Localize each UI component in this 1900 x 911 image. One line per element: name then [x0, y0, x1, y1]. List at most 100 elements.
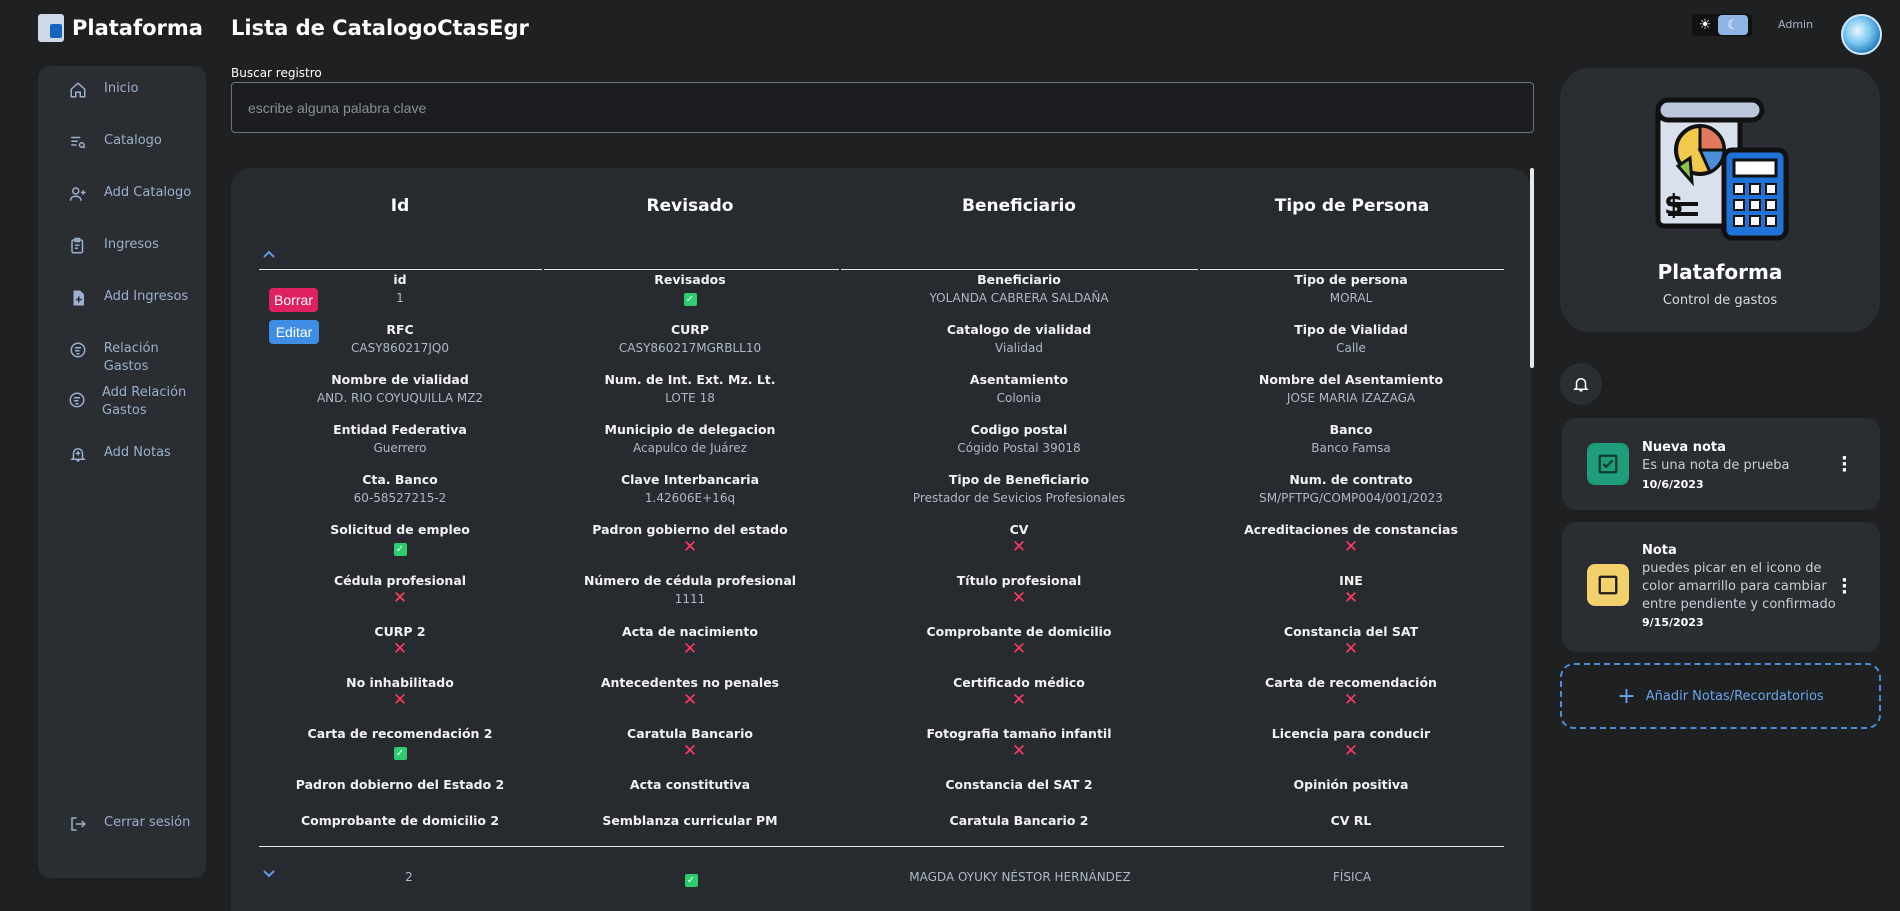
- detail-field: Solicitud de empleo ✓: [255, 522, 545, 556]
- note-body: puedes picar en el icono de color amarri…: [1642, 561, 1836, 612]
- more-options-icon[interactable]: · · ·: [1841, 450, 1848, 480]
- detail-field: Caratula Bancario 2: [874, 813, 1164, 828]
- cross-icon: ✕: [1011, 588, 1027, 608]
- cross-icon: ✕: [1011, 741, 1027, 761]
- detail-field: Banco Banco Famsa: [1206, 422, 1496, 455]
- sidebar: Inicio Catalogo Add Catalogo Ingresos Ad…: [38, 66, 206, 878]
- sidebar-item-add-relacion-gastos[interactable]: Add Relación Gastos: [68, 384, 206, 420]
- detail-field: Revisados ✓: [545, 272, 835, 306]
- checkbox-checked-icon: [1598, 454, 1618, 474]
- delete-button[interactable]: Borrar: [269, 288, 318, 312]
- field-label: Acreditaciones de constancias: [1244, 522, 1458, 537]
- edit-button[interactable]: Editar: [269, 320, 319, 344]
- detail-field: Codigo postal Cógido Postal 39018: [874, 422, 1164, 455]
- cross-icon: ✕: [682, 537, 698, 557]
- moon-icon[interactable]: ☾: [1718, 15, 1748, 35]
- column-header-tipo-persona[interactable]: Tipo de Persona: [1237, 196, 1467, 216]
- detail-field: CURP CASY860217MGRBLL10: [545, 322, 835, 355]
- finance-illustration-icon: $: [1655, 97, 1789, 241]
- field-label: Num. de contrato: [1289, 472, 1413, 487]
- brand-logo-icon: [38, 14, 64, 42]
- field-value: Cógido Postal 39018: [957, 441, 1081, 455]
- cross-icon: ✕: [392, 690, 408, 710]
- field-value: Vialidad: [995, 341, 1043, 355]
- sidebar-item-add-catalogo[interactable]: Add Catalogo: [68, 184, 191, 204]
- collapse-row-icon[interactable]: [262, 244, 276, 263]
- note-date: 10/6/2023: [1642, 478, 1704, 491]
- clipboard-icon: [68, 236, 88, 256]
- money-add-icon: [68, 390, 86, 410]
- search-input[interactable]: [231, 82, 1534, 133]
- more-options-icon[interactable]: · · ·: [1841, 572, 1848, 602]
- row-2-tipo: FÍSICA: [1332, 870, 1372, 884]
- note-status-toggle[interactable]: [1587, 564, 1629, 606]
- user-name: Admin: [1778, 18, 1814, 31]
- check-icon: ✓: [684, 874, 698, 887]
- row-divider: [544, 269, 839, 270]
- plus-icon: +: [1617, 683, 1636, 709]
- checkbox-empty-icon: [1598, 575, 1618, 595]
- promo-subtitle: Control de gastos: [1662, 293, 1778, 308]
- detail-field: Constancia del SAT ✕: [1206, 624, 1496, 658]
- row-divider: [259, 269, 542, 270]
- detail-field: Entidad Federativa Guerrero: [255, 422, 545, 455]
- field-label: Constancia del SAT 2: [945, 777, 1093, 792]
- column-header-revisado[interactable]: Revisado: [590, 196, 790, 216]
- add-note-button[interactable]: + Añadir Notas/Recordatorios: [1560, 663, 1881, 729]
- detail-field: Num. de contrato SM/PFTPG/COMP004/001/202…: [1206, 472, 1496, 505]
- cross-icon: ✕: [392, 639, 408, 659]
- detail-field: Antecedentes no penales ✕: [545, 675, 835, 709]
- cross-icon: ✕: [1343, 690, 1359, 710]
- row-2-revisado: ✓: [541, 870, 841, 887]
- check-icon: ✓: [393, 747, 407, 760]
- field-label: CURP 2: [374, 624, 426, 639]
- note-date: 9/15/2023: [1642, 616, 1704, 629]
- column-header-id[interactable]: Id: [350, 196, 450, 216]
- cross-icon: ✕: [1011, 639, 1027, 659]
- field-label: Tipo de Vialidad: [1294, 322, 1408, 337]
- sidebar-item-relacion-gastos[interactable]: Relación Gastos: [68, 340, 206, 376]
- bell-icon: [1573, 378, 1589, 392]
- scrollbar[interactable]: [1530, 168, 1534, 368]
- field-label: Solicitud de empleo: [330, 522, 470, 537]
- field-label: Clave Interbancaria: [620, 472, 760, 487]
- cross-icon: ✕: [1343, 537, 1359, 557]
- detail-field: Municipio de delegacion Acapulco de Juáre…: [545, 422, 835, 455]
- sidebar-item-label: Inicio: [104, 81, 139, 96]
- theme-toggle[interactable]: ☀ ☾: [1692, 14, 1752, 36]
- field-label: Cta. Banco: [362, 472, 438, 487]
- sidebar-item-label: Add Ingresos: [104, 289, 189, 304]
- check-icon: ✓: [683, 293, 697, 306]
- avatar[interactable]: [1841, 14, 1882, 55]
- sidebar-item-catalogo[interactable]: Catalogo: [68, 132, 162, 152]
- detail-field: Tipo de Vialidad Calle: [1206, 322, 1496, 355]
- note-body: Es una nota de prueba: [1642, 458, 1790, 473]
- field-value: 60-58527215-2: [353, 491, 447, 505]
- sidebar-item-add-notas[interactable]: Add Notas: [68, 444, 171, 464]
- logout-button[interactable]: Cerrar sesión: [68, 814, 190, 834]
- notifications-button[interactable]: [1560, 363, 1602, 405]
- field-label: Entidad Federativa: [333, 422, 467, 437]
- column-header-beneficiario[interactable]: Beneficiario: [919, 196, 1119, 216]
- sidebar-item-inicio[interactable]: Inicio: [68, 80, 138, 100]
- note-title: Nueva nota: [1642, 440, 1726, 455]
- row-divider: [259, 846, 1504, 847]
- field-label: Carta de recomendación: [1265, 675, 1437, 690]
- note-card[interactable]: Nueva nota Es una nota de prueba 10/6/20…: [1562, 418, 1880, 510]
- promo-title: Plataforma: [1657, 260, 1783, 284]
- row-2-id: 2: [405, 870, 413, 884]
- sidebar-item-add-ingresos[interactable]: Add Ingresos: [68, 288, 188, 308]
- sidebar-item-label: Catalogo: [104, 133, 162, 148]
- field-label: Codigo postal: [970, 422, 1068, 437]
- note-status-toggle[interactable]: [1587, 443, 1629, 485]
- field-label: CV: [1009, 522, 1029, 537]
- note-card[interactable]: Nota puedes picar en el icono de color a…: [1562, 522, 1880, 652]
- brand[interactable]: Plataforma: [38, 14, 203, 42]
- field-label: Asentamiento: [969, 372, 1069, 387]
- sun-icon[interactable]: ☀: [1692, 17, 1718, 33]
- bell-add-icon: [68, 444, 88, 464]
- sidebar-item-ingresos[interactable]: Ingresos: [68, 236, 159, 256]
- detail-field: Catalogo de vialidad Vialidad: [874, 322, 1164, 355]
- detail-field: Comprobante de domicilio ✕: [874, 624, 1164, 658]
- detail-field: Semblanza curricular PM: [545, 813, 835, 828]
